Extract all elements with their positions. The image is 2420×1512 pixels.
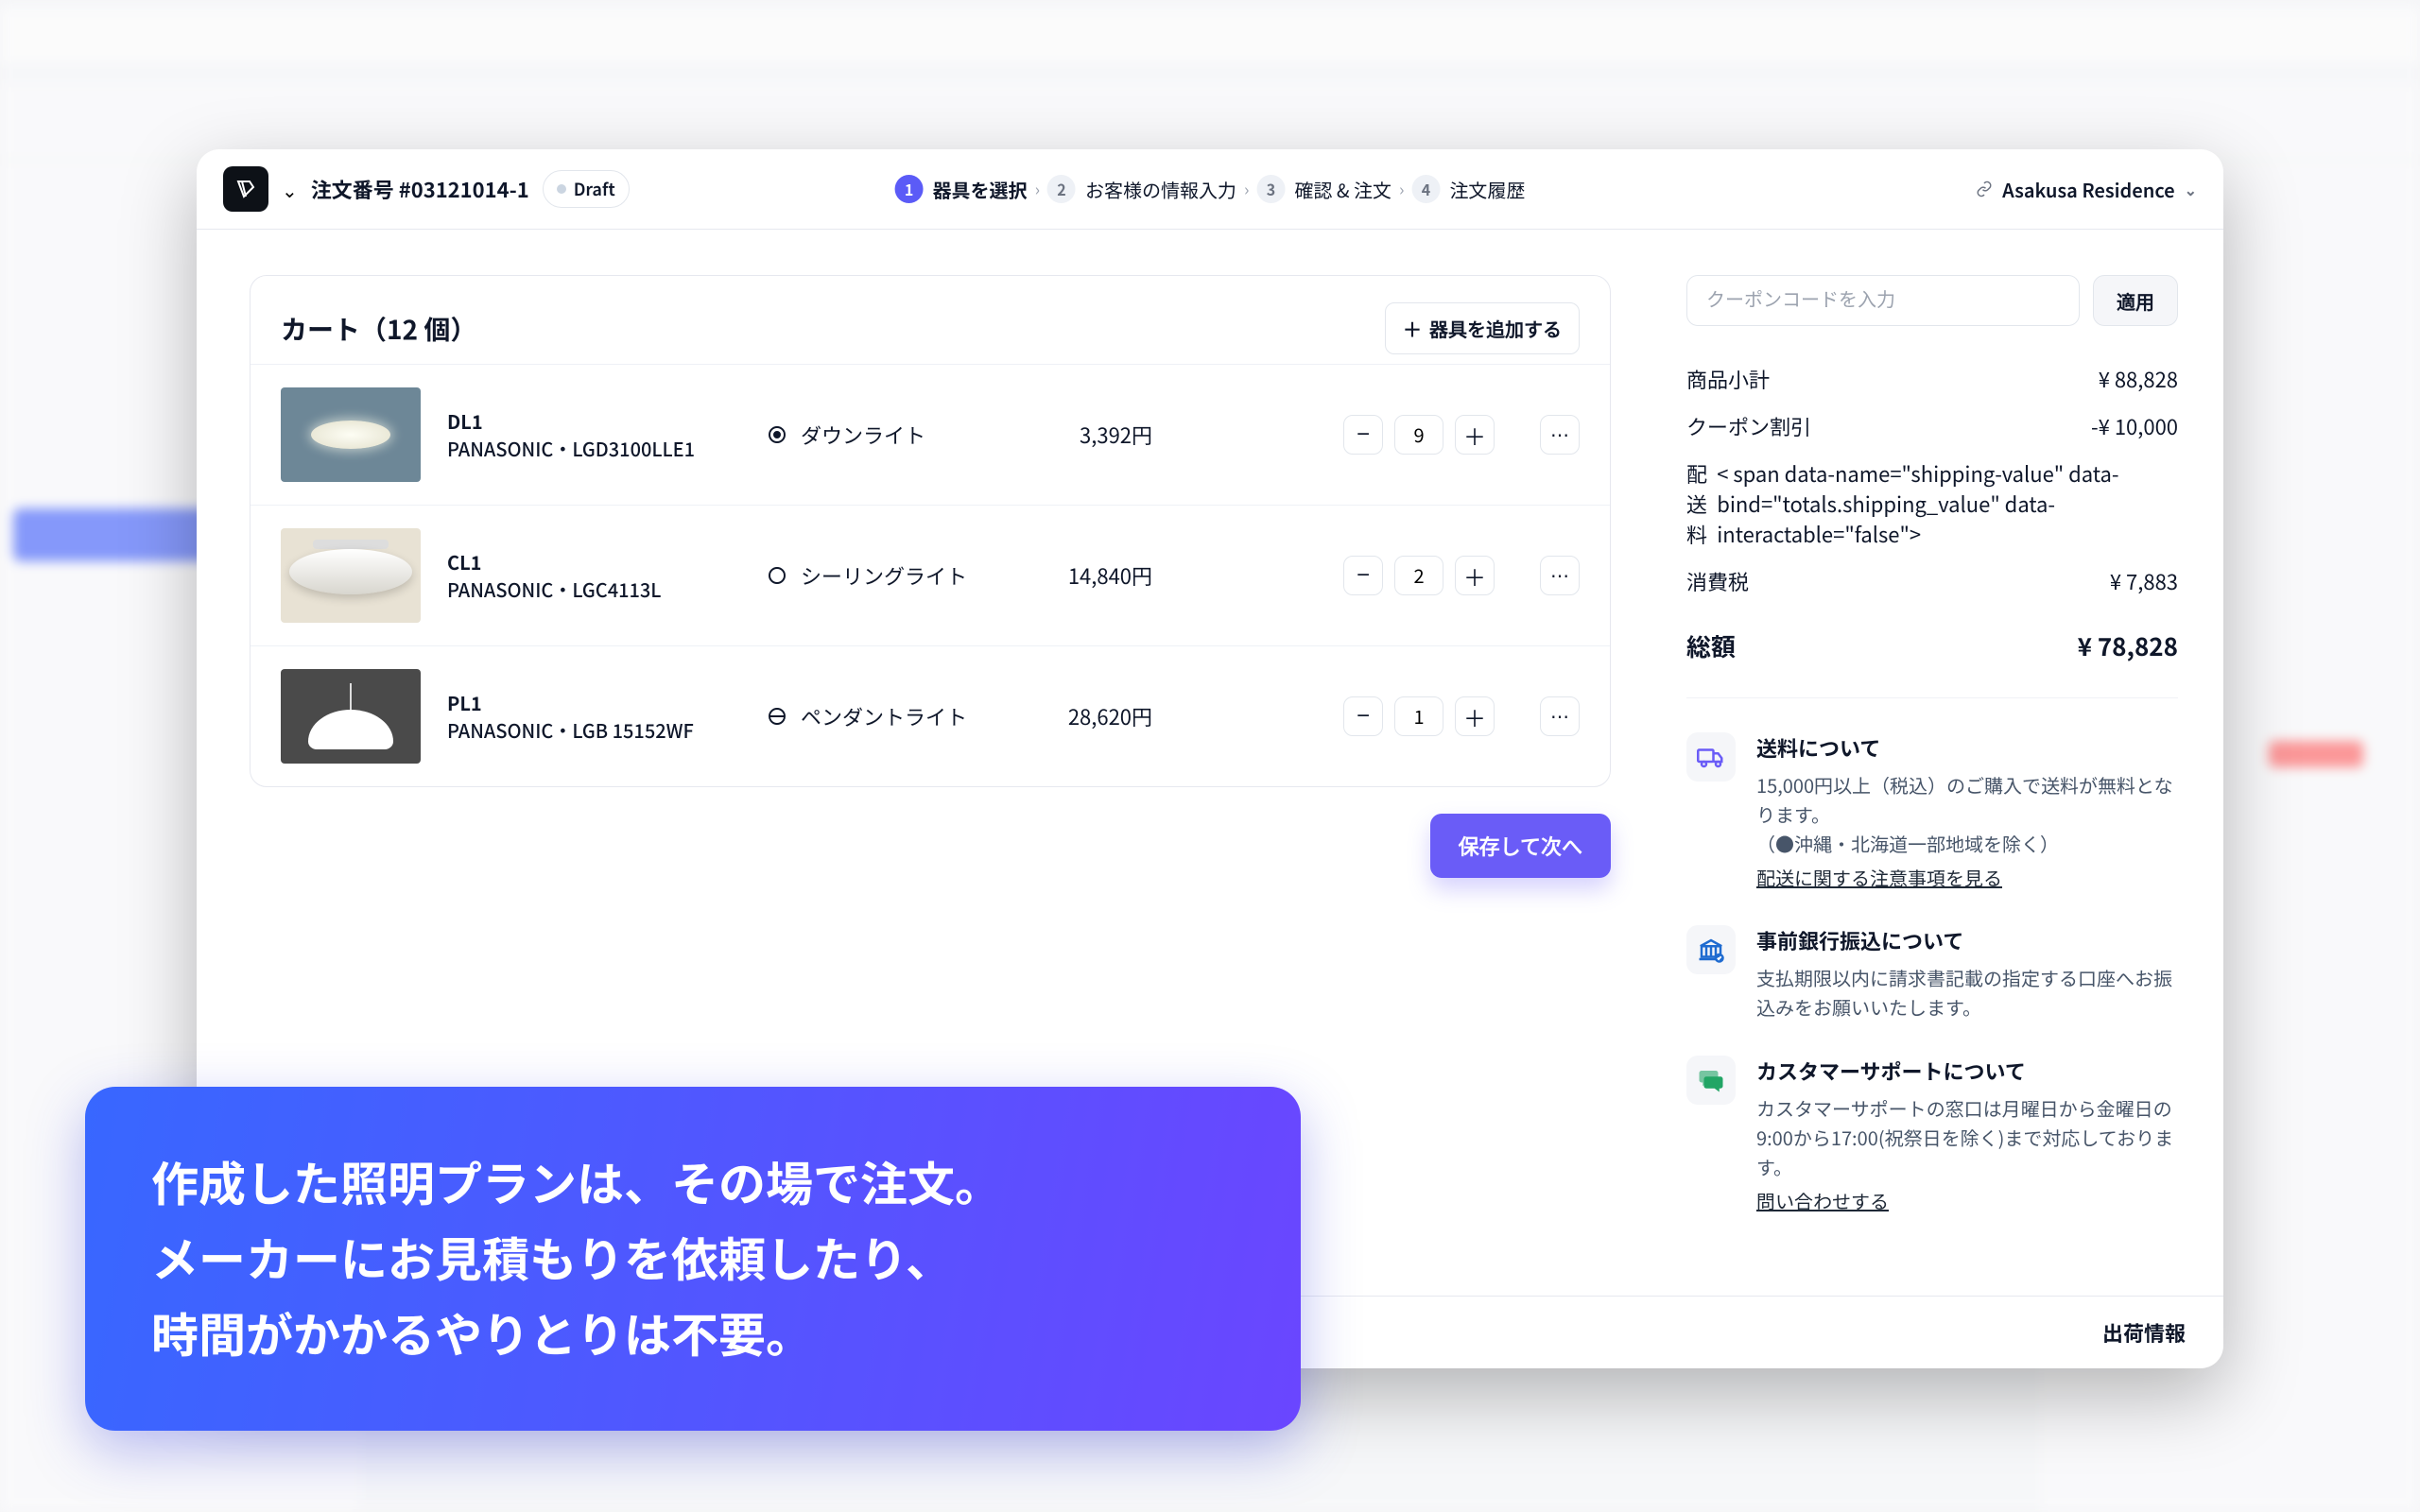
row-more-button[interactable]: ⋯ [1540,415,1580,455]
tax-label: 消費税 [1686,566,1749,596]
qty-decrease-button[interactable]: − [1343,556,1383,595]
item-type-label: シーリングライト [801,560,967,591]
grand-total-value: ¥ 78,828 [2078,628,2178,663]
item-thumbnail [281,528,421,623]
ceiling-light-icon [767,565,787,586]
step-1[interactable]: 1 器具を選択 [895,175,1028,203]
support-info-link[interactable]: 問い合わせする [1756,1187,1889,1214]
item-price: 28,620円 [1020,701,1152,731]
coupon-input[interactable] [1686,275,2080,326]
callout-line-2: メーカーにお見積もりを依頼したり、 [151,1219,1235,1295]
shipping-label: 配送料 [1686,458,1717,549]
item-price: 14,840円 [1020,560,1152,591]
residence-selector[interactable]: Asakusa Residence ⌄ [1976,176,2197,203]
downlight-icon [767,424,787,445]
chevron-down-icon: ⌄ [2185,178,2197,200]
item-code: DL1 [447,407,740,435]
cart-row: PL1 PANASONIC・LGB 15152WF ペンダントライト 28,62… [251,645,1610,786]
link-icon [1976,176,1993,203]
qty-value[interactable]: 1 [1394,696,1443,736]
item-type-label: ペンダントライト [801,701,967,731]
shipping-info-title: 送料について [1756,732,2178,763]
row-more-button[interactable]: ⋯ [1540,696,1580,736]
discount-value: -¥ 10,000 [2091,411,2178,441]
qty-value[interactable]: 9 [1394,415,1443,455]
bank-transfer-info-block: 事前銀行振込について 支払期限以内に請求書記載の指定する口座へお振込みをお願いい… [1686,925,2178,1022]
plus-icon: ＋ [1403,315,1422,342]
status-dot-icon [557,184,566,194]
qty-increase-button[interactable]: ＋ [1455,696,1495,736]
chevron-right-icon: › [1035,177,1040,201]
shipping-details-link[interactable]: 出荷情報 [2102,1317,2186,1348]
bank-info-title: 事前銀行振込について [1756,925,2178,955]
promo-callout: 作成した照明プランは、その場で注文。 メーカーにお見積もりを依頼したり、 時間が… [85,1087,1301,1431]
support-info-title: カスタマーサポートについて [1756,1056,2178,1086]
qty-value[interactable]: 2 [1394,556,1443,595]
stepper: 1 器具を選択 › 2 お客様の情報入力 › 3 確認 & 注文 › 4 注文履… [895,175,1526,203]
qty-increase-button[interactable]: ＋ [1455,556,1495,595]
item-maker-model: PANASONIC・LGD3100LLE1 [447,435,740,462]
chevron-right-icon: › [1244,177,1249,201]
step-3[interactable]: 3 確認 & 注文 [1256,175,1392,203]
add-fixture-button[interactable]: ＋ 器具を追加する [1385,302,1580,354]
item-price: 3,392円 [1020,420,1152,450]
cart-row: CL1 PANASONIC・LGC4113L シーリングライト 14,840円 … [251,505,1610,645]
item-thumbnail [281,387,421,482]
chevron-right-icon: › [1399,177,1404,201]
truck-icon [1686,732,1736,782]
quantity-stepper: − 9 ＋ [1343,415,1495,455]
pendant-light-icon [767,706,787,727]
shipping-info-link[interactable]: 配送に関する注意事項を見る [1756,864,2002,891]
cart-title: カート（12 個） [281,310,476,348]
chat-icon [1686,1056,1736,1105]
app-logo-icon [223,166,268,212]
cart-row: DL1 PANASONIC・LGD3100LLE1 ダウンライト 3,392円 … [251,364,1610,505]
tax-value: ¥ 7,883 [2110,566,2178,596]
residence-name: Asakusa Residence [2002,176,2174,203]
bank-info-body: 支払期限以内に請求書記載の指定する口座へお振込みをお願いいたします。 [1756,963,2178,1022]
item-code: CL1 [447,548,740,576]
subtotal-label: 商品小計 [1686,364,1770,394]
shipping-info-block: 送料について 15,000円以上（税込）のご購入で送料が無料となります。 （●沖… [1686,732,2178,891]
callout-line-3: 時間がかかるやりとりは不要。 [151,1295,1235,1370]
quantity-stepper: − 1 ＋ [1343,696,1495,736]
item-maker-model: PANASONIC・LGC4113L [447,576,740,603]
bank-icon [1686,925,1736,974]
back-chevron-icon[interactable]: ⌄ [282,176,298,203]
qty-decrease-button[interactable]: − [1343,696,1383,736]
cart-card: カート（12 個） ＋ 器具を追加する DL1 PANASONIC・LGD310… [250,275,1611,787]
qty-increase-button[interactable]: ＋ [1455,415,1495,455]
modal-header: ⌄ 注文番号 #03121014-1 Draft 1 器具を選択 › 2 お客様… [197,149,2223,230]
item-code: PL1 [447,689,740,716]
shipping-info-body: 15,000円以上（税込）のご購入で送料が無料となります。 [1756,770,2178,829]
shipping-info-note: （●沖縄・北海道一部地域を除く） [1756,829,2178,858]
step-2[interactable]: 2 お客様の情報入力 [1047,175,1236,203]
quantity-stepper: − 2 ＋ [1343,556,1495,595]
callout-line-1: 作成した照明プランは、その場で注文。 [151,1143,1235,1219]
support-info-block: カスタマーサポートについて カスタマーサポートの窓口は月曜日から金曜日の9:00… [1686,1056,2178,1214]
save-next-button[interactable]: 保存して次へ [1430,814,1611,878]
discount-label: クーポン割引 [1686,411,1811,441]
item-thumbnail [281,669,421,764]
order-number: 注文番号 #03121014-1 [311,174,529,204]
status-badge: Draft [543,170,630,208]
totals-block: 商品小計¥ 88,828 クーポン割引-¥ 10,000 配送料< span d… [1686,364,2178,663]
item-type-label: ダウンライト [801,420,925,450]
support-info-body: カスタマーサポートの窓口は月曜日から金曜日の9:00から17:00(祝祭日を除く… [1756,1093,2178,1181]
qty-decrease-button[interactable]: − [1343,415,1383,455]
item-maker-model: PANASONIC・LGB 15152WF [447,716,740,744]
apply-coupon-button[interactable]: 適用 [2093,275,2178,326]
step-4[interactable]: 4 注文履歴 [1411,175,1525,203]
subtotal-value: ¥ 88,828 [2099,364,2178,394]
grand-total-label: 総額 [1686,628,1736,663]
row-more-button[interactable]: ⋯ [1540,556,1580,595]
status-label: Draft [574,177,615,201]
